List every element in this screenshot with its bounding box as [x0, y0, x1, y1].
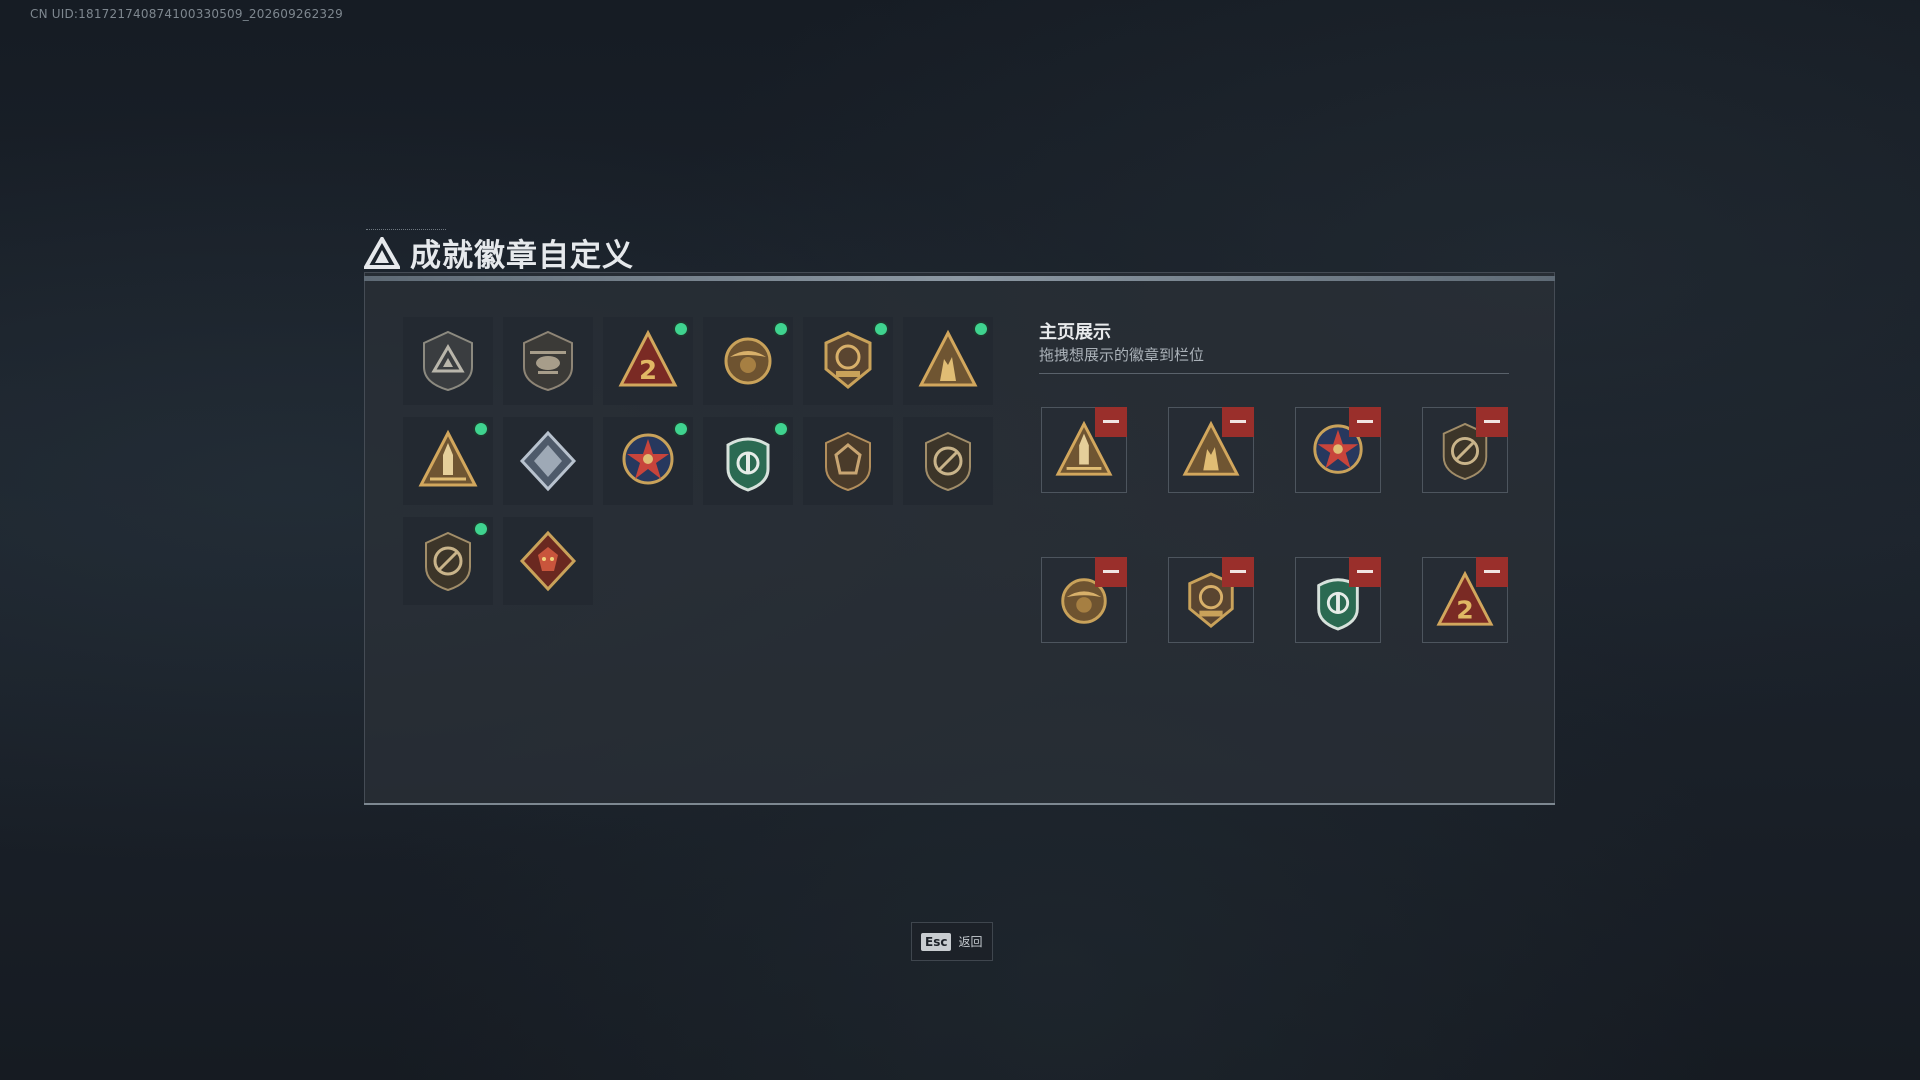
minus-icon[interactable]	[1349, 557, 1381, 587]
star-medal-badge-icon	[622, 433, 674, 485]
new-indicator-dot	[475, 523, 487, 535]
new-indicator-dot	[675, 323, 687, 335]
badge-cell[interactable]	[403, 417, 493, 505]
showcase-divider	[1039, 373, 1509, 374]
dialog-title: 成就徽章自定义	[410, 238, 634, 274]
svg-text:2: 2	[639, 356, 657, 386]
minus-icon[interactable]	[1222, 557, 1254, 587]
new-indicator-dot	[475, 423, 487, 435]
new-indicator-dot	[875, 323, 887, 335]
esc-key-hint: Esc	[921, 932, 952, 951]
no-weapon-shield-badge-icon	[925, 431, 971, 492]
badge-cell[interactable]	[803, 317, 893, 405]
no-weapon-shield-badge-icon	[425, 531, 471, 592]
showcase-slot[interactable]	[1168, 407, 1254, 493]
2020-emblem-badge-icon	[824, 331, 872, 389]
showcase-slot[interactable]	[1168, 557, 1254, 643]
minus-icon[interactable]	[1095, 407, 1127, 437]
minus-icon[interactable]	[1476, 557, 1508, 587]
badge-cell[interactable]	[503, 517, 593, 605]
svg-text:2: 2	[1456, 595, 1473, 624]
badge-inventory-grid: 2	[403, 317, 1003, 617]
new-indicator-dot	[775, 423, 787, 435]
minus-icon[interactable]	[1476, 407, 1508, 437]
badge-cell[interactable]: 2	[603, 317, 693, 405]
showcase-title: 主页展示	[1039, 322, 1111, 343]
minus-icon[interactable]	[1222, 407, 1254, 437]
badge-cell[interactable]	[703, 317, 793, 405]
showcase-slot[interactable]	[1295, 557, 1381, 643]
badge-cell[interactable]	[803, 417, 893, 505]
green-beret-shield-badge-icon	[726, 437, 770, 492]
back-button[interactable]: Esc 返回	[911, 922, 993, 961]
showcase-slot[interactable]: 2	[1422, 557, 1508, 643]
soldiers-triangle-badge-icon	[918, 329, 978, 387]
minus-icon[interactable]	[1349, 407, 1381, 437]
dialog-header: 成就徽章自定义	[364, 230, 634, 275]
bronze-shield-badge-icon	[825, 431, 871, 492]
showcase-slot[interactable]	[1041, 557, 1127, 643]
showcase-slot[interactable]	[1295, 407, 1381, 493]
new-indicator-dot	[675, 423, 687, 435]
number-2-triangle-badge-icon: 2	[618, 329, 678, 387]
rocket-triangle-badge-icon	[418, 429, 478, 487]
minus-icon[interactable]	[1095, 557, 1127, 587]
uid-label: CN UID:181721740874100330509_20260926232…	[30, 7, 343, 21]
new-indicator-dot	[975, 323, 987, 335]
badge-cell[interactable]	[703, 417, 793, 505]
badge-cell[interactable]	[503, 417, 593, 505]
helicopter-badge-icon	[523, 330, 573, 392]
new-indicator-dot	[775, 323, 787, 335]
showcase-subtitle: 拖拽想展示的徽章到栏位	[1039, 346, 1205, 364]
back-label: 返回	[958, 935, 983, 949]
dragon-diamond-badge-icon	[519, 530, 577, 592]
badge-cell[interactable]	[903, 417, 993, 505]
badge-cell[interactable]	[503, 317, 593, 405]
panel-bottom-line	[364, 803, 1555, 805]
eagle-wreath-badge-icon	[724, 337, 772, 385]
badge-cell[interactable]	[403, 317, 493, 405]
delta-triangle-logo-icon	[364, 236, 400, 269]
triangle-shield-badge-icon	[423, 330, 473, 392]
silver-diamond-badge-icon	[519, 430, 577, 492]
badge-cell[interactable]	[603, 417, 693, 505]
badge-cell[interactable]	[903, 317, 993, 405]
panel-top-bar	[364, 276, 1555, 281]
showcase-slot[interactable]	[1041, 407, 1127, 493]
badge-cell[interactable]	[403, 517, 493, 605]
showcase-slot[interactable]	[1422, 407, 1508, 493]
